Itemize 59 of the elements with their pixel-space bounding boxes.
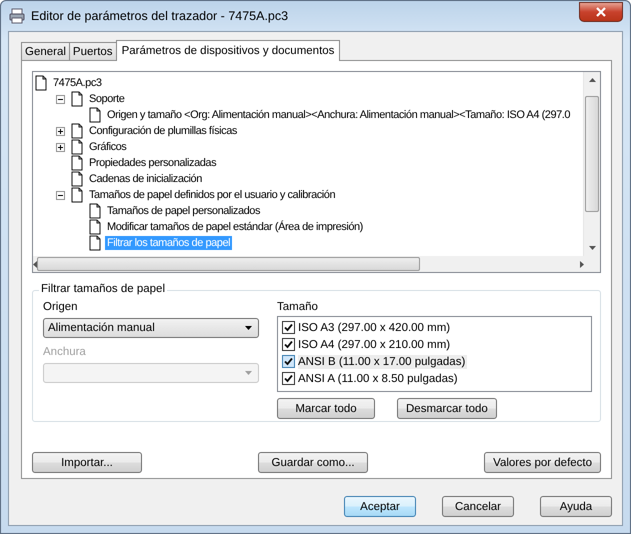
close-icon (596, 7, 606, 17)
document-icon (69, 171, 85, 187)
dropdown-arrow-icon (245, 326, 252, 330)
collapse-icon[interactable] (56, 190, 64, 200)
tree-item[interactable]: Gráficos (87, 140, 128, 154)
tree-item[interactable]: Cadenas de inicialización (87, 172, 204, 186)
button[interactable]: Guardar como... (258, 452, 368, 473)
tree-item[interactable]: Tamaños de papel personalizados (105, 204, 262, 218)
checkbox-label: ISO A4 (297.00 x 210.00 mm) (298, 338, 452, 352)
document-icon (87, 235, 103, 251)
button[interactable]: Importar... (32, 452, 142, 473)
document-icon (69, 139, 85, 155)
button[interactable]: Marcar todo (277, 398, 375, 419)
document-icon (87, 107, 103, 123)
tab[interactable]: General (21, 42, 70, 60)
checkbox[interactable] (282, 372, 295, 385)
field-label: Tamaño (277, 300, 319, 315)
scroll-up-icon[interactable] (588, 78, 596, 82)
document-icon (87, 219, 103, 235)
button[interactable]: Desmarcar todo (397, 398, 497, 419)
printer-icon (9, 8, 25, 24)
collapse-icon[interactable] (56, 94, 64, 104)
document-icon (69, 187, 85, 203)
document-icon (33, 75, 49, 91)
tree-item[interactable]: Configuración de plumillas físicas (87, 124, 239, 138)
scroll-down-icon[interactable] (588, 246, 596, 250)
field-label: Anchura (43, 345, 87, 360)
dropdown-arrow-icon (245, 371, 252, 375)
expand-icon[interactable] (56, 126, 64, 136)
tree-item[interactable]: Propiedades personalizadas (87, 156, 218, 170)
button[interactable]: Aceptar (344, 496, 416, 517)
tree-item[interactable]: Soporte (87, 92, 126, 106)
checkbox-label: ANSI A (11.00 x 8.50 pulgadas) (298, 372, 459, 386)
checkbox[interactable] (282, 338, 295, 351)
tree-item[interactable]: 7475A.pc3 (51, 76, 104, 90)
checkbox-label: ANSI B (11.00 x 17.00 pulgadas) (298, 354, 468, 368)
field-label: Origen (43, 300, 79, 315)
checkbox[interactable] (282, 355, 295, 368)
vertical-scrollbar[interactable] (583, 72, 600, 256)
tree-item[interactable]: Modificar tamaños de papel estándar (Área de impresión) (105, 220, 365, 234)
window-title: Editor de parámetros del trazador - 7475A.pc3 (31, 9, 290, 23)
document-icon (87, 203, 103, 219)
expand-icon[interactable] (56, 142, 64, 152)
close-button[interactable] (579, 2, 623, 22)
tab[interactable]: Parámetros de dispositivos y documentos (116, 40, 340, 61)
document-icon (69, 91, 85, 107)
tree-item[interactable]: Origen y tamaño <Org: Alimentación manual><Anchura: Alimentación manual><Tamaño: ISO A4 (297.0 (105, 108, 572, 122)
checkbox-label: ISO A3 (297.00 x 420.00 mm) (298, 320, 452, 334)
button[interactable]: Cancelar (442, 496, 514, 517)
dropdown[interactable]: Alimentación manual (43, 318, 259, 338)
checkbox[interactable] (282, 321, 295, 334)
horizontal-scrollbar[interactable] (33, 256, 584, 272)
group-title: Filtrar tamaños de papel (39, 283, 168, 295)
document-icon (69, 155, 85, 171)
document-icon (69, 123, 85, 139)
tab[interactable]: Puertos (68, 42, 117, 60)
button[interactable]: Valores por defecto (484, 452, 601, 473)
tree-item[interactable]: Tamaños de papel definidos por el usuario y calibración (87, 188, 338, 202)
button[interactable]: Ayuda (540, 496, 612, 517)
